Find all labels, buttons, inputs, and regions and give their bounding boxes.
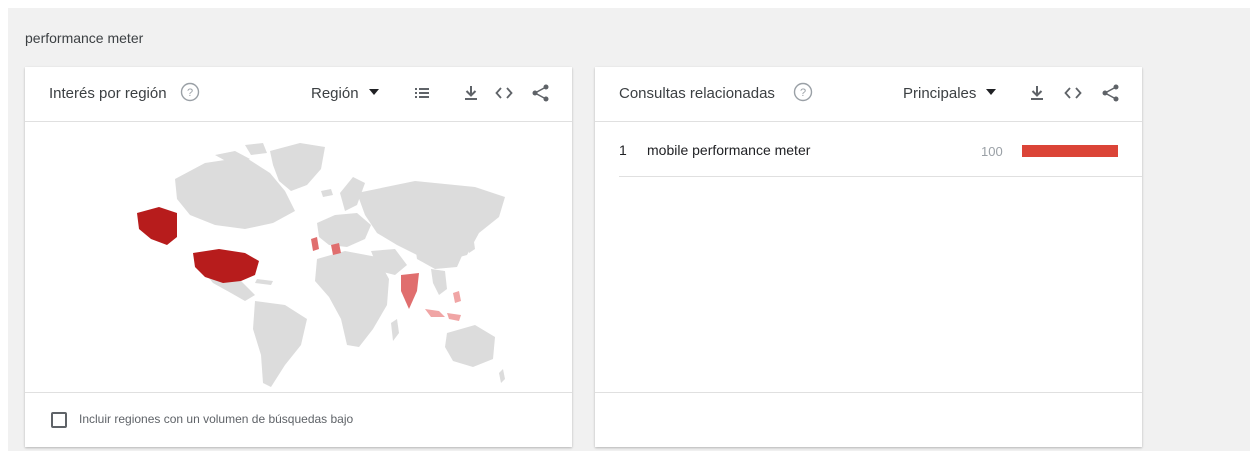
related-queries-card: Consultas relacionadas ? Principales 1 m… [595,67,1142,447]
card-footer: Incluir regiones con un volumen de búsqu… [25,392,572,447]
query-text[interactable]: mobile performance meter [647,142,810,158]
region-united-states[interactable] [193,249,259,283]
region-alaska[interactable] [137,207,177,245]
region-philippines[interactable] [453,291,461,303]
region-united-kingdom[interactable] [311,237,319,251]
embed-code-icon[interactable] [494,83,514,103]
query-bar-fill [1022,145,1118,157]
share-icon[interactable] [531,83,551,103]
world-map[interactable] [95,133,505,393]
help-icon[interactable]: ? [793,82,813,102]
region-indonesia[interactable] [447,313,461,321]
trends-section: performance meter Interés por región ? R… [8,8,1250,451]
query-rank: 1 [619,142,627,158]
region-resolution-select[interactable]: Región [311,85,379,102]
download-icon[interactable] [461,83,481,103]
share-icon[interactable] [1101,83,1121,103]
query-type-select[interactable]: Principales [903,85,997,102]
region-india[interactable] [401,273,419,309]
card-footer [595,392,1142,447]
query-row[interactable]: 1 mobile performance meter 100 [619,121,1142,177]
query-value: 100 [981,144,1003,159]
card-title: Interés por región [49,85,167,102]
query-bar [1022,145,1118,157]
search-term-label: performance meter [25,30,144,46]
card-title: Consultas relacionadas [619,85,775,102]
chevron-down-icon [986,89,997,96]
card-header: Consultas relacionadas ? Principales [595,67,1142,122]
embed-code-icon[interactable] [1063,83,1083,103]
svg-text:?: ? [800,87,806,99]
download-icon[interactable] [1027,83,1047,103]
low-volume-checkbox[interactable] [51,412,67,428]
card-header: Interés por región ? Región [25,67,572,122]
region-resolution-value: Región [311,85,359,102]
interest-by-region-card: Interés por región ? Región Incluir regi… [25,67,572,447]
help-icon[interactable]: ? [180,82,200,102]
chevron-down-icon [368,89,379,96]
list-icon[interactable] [412,83,432,103]
region-southeast-asia[interactable] [425,309,445,317]
svg-text:?: ? [187,87,193,99]
low-volume-checkbox-label[interactable]: Incluir regiones con un volumen de búsqu… [79,412,353,426]
query-type-value: Principales [903,85,977,102]
